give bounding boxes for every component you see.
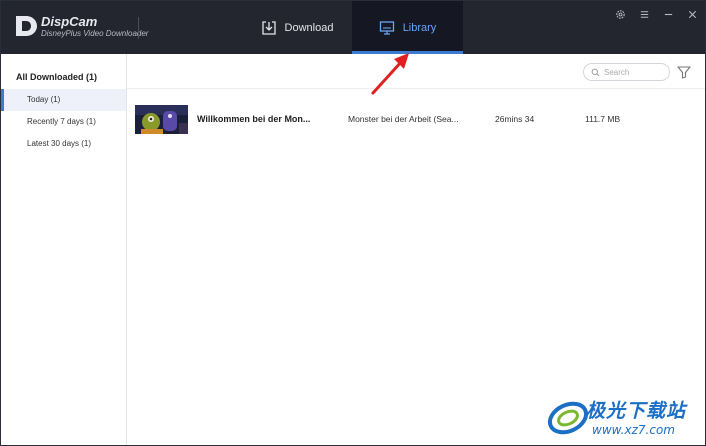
sidebar: All Downloaded (1) Today (1) Recently 7 … bbox=[1, 54, 127, 445]
close-icon[interactable] bbox=[685, 7, 699, 21]
window-controls bbox=[613, 7, 699, 21]
search-box[interactable] bbox=[583, 63, 670, 81]
filter-icon[interactable] bbox=[676, 64, 692, 80]
menu-icon[interactable] bbox=[637, 7, 651, 21]
monitor-icon bbox=[379, 20, 394, 35]
sidebar-item-latest-30-days[interactable]: Latest 30 days (1) bbox=[1, 133, 126, 155]
download-icon bbox=[261, 20, 276, 35]
video-title: Willkommen bei der Mon... bbox=[197, 114, 311, 124]
main-content: Willkommen bei der Mon... Monster bei de… bbox=[127, 54, 705, 445]
app-window: DispCam DisneyPlus Video Downloader Down… bbox=[0, 0, 706, 446]
video-thumbnail bbox=[135, 105, 188, 134]
title-bar: DispCam DisneyPlus Video Downloader Down… bbox=[1, 1, 705, 54]
video-size: 111.7 MB bbox=[585, 114, 621, 124]
app-subtitle: DisneyPlus Video Downloader bbox=[41, 29, 149, 38]
watermark-text: 极光下载站 bbox=[586, 400, 687, 422]
minimize-icon[interactable] bbox=[661, 7, 675, 21]
watermark-logo bbox=[547, 401, 589, 435]
search-icon bbox=[591, 68, 600, 76]
tab-library[interactable]: Library bbox=[352, 1, 463, 54]
library-toolbar bbox=[127, 54, 705, 89]
sidebar-item-recent-7-days[interactable]: Recently 7 days (1) bbox=[1, 111, 126, 133]
app-name: DispCam bbox=[41, 14, 98, 29]
tab-download-label: Download bbox=[284, 21, 334, 34]
settings-icon[interactable] bbox=[613, 7, 627, 21]
sidebar-item-today[interactable]: Today (1) bbox=[1, 89, 126, 111]
watermark-url: www.xz7.com bbox=[592, 423, 675, 437]
title-divider bbox=[138, 17, 139, 39]
watermark: 极光下载站 www.xz7.com bbox=[546, 394, 705, 444]
tab-library-label: Library bbox=[402, 21, 437, 34]
search-input[interactable] bbox=[604, 67, 668, 77]
sidebar-header[interactable]: All Downloaded (1) bbox=[16, 72, 97, 82]
dispcam-logo bbox=[16, 16, 37, 36]
table-row[interactable]: Willkommen bei der Mon... Monster bei de… bbox=[127, 101, 705, 137]
video-series: Monster bei der Arbeit (Sea... bbox=[348, 114, 459, 124]
tab-download[interactable]: Download bbox=[241, 1, 353, 54]
video-duration: 26mins 34 bbox=[495, 114, 535, 124]
